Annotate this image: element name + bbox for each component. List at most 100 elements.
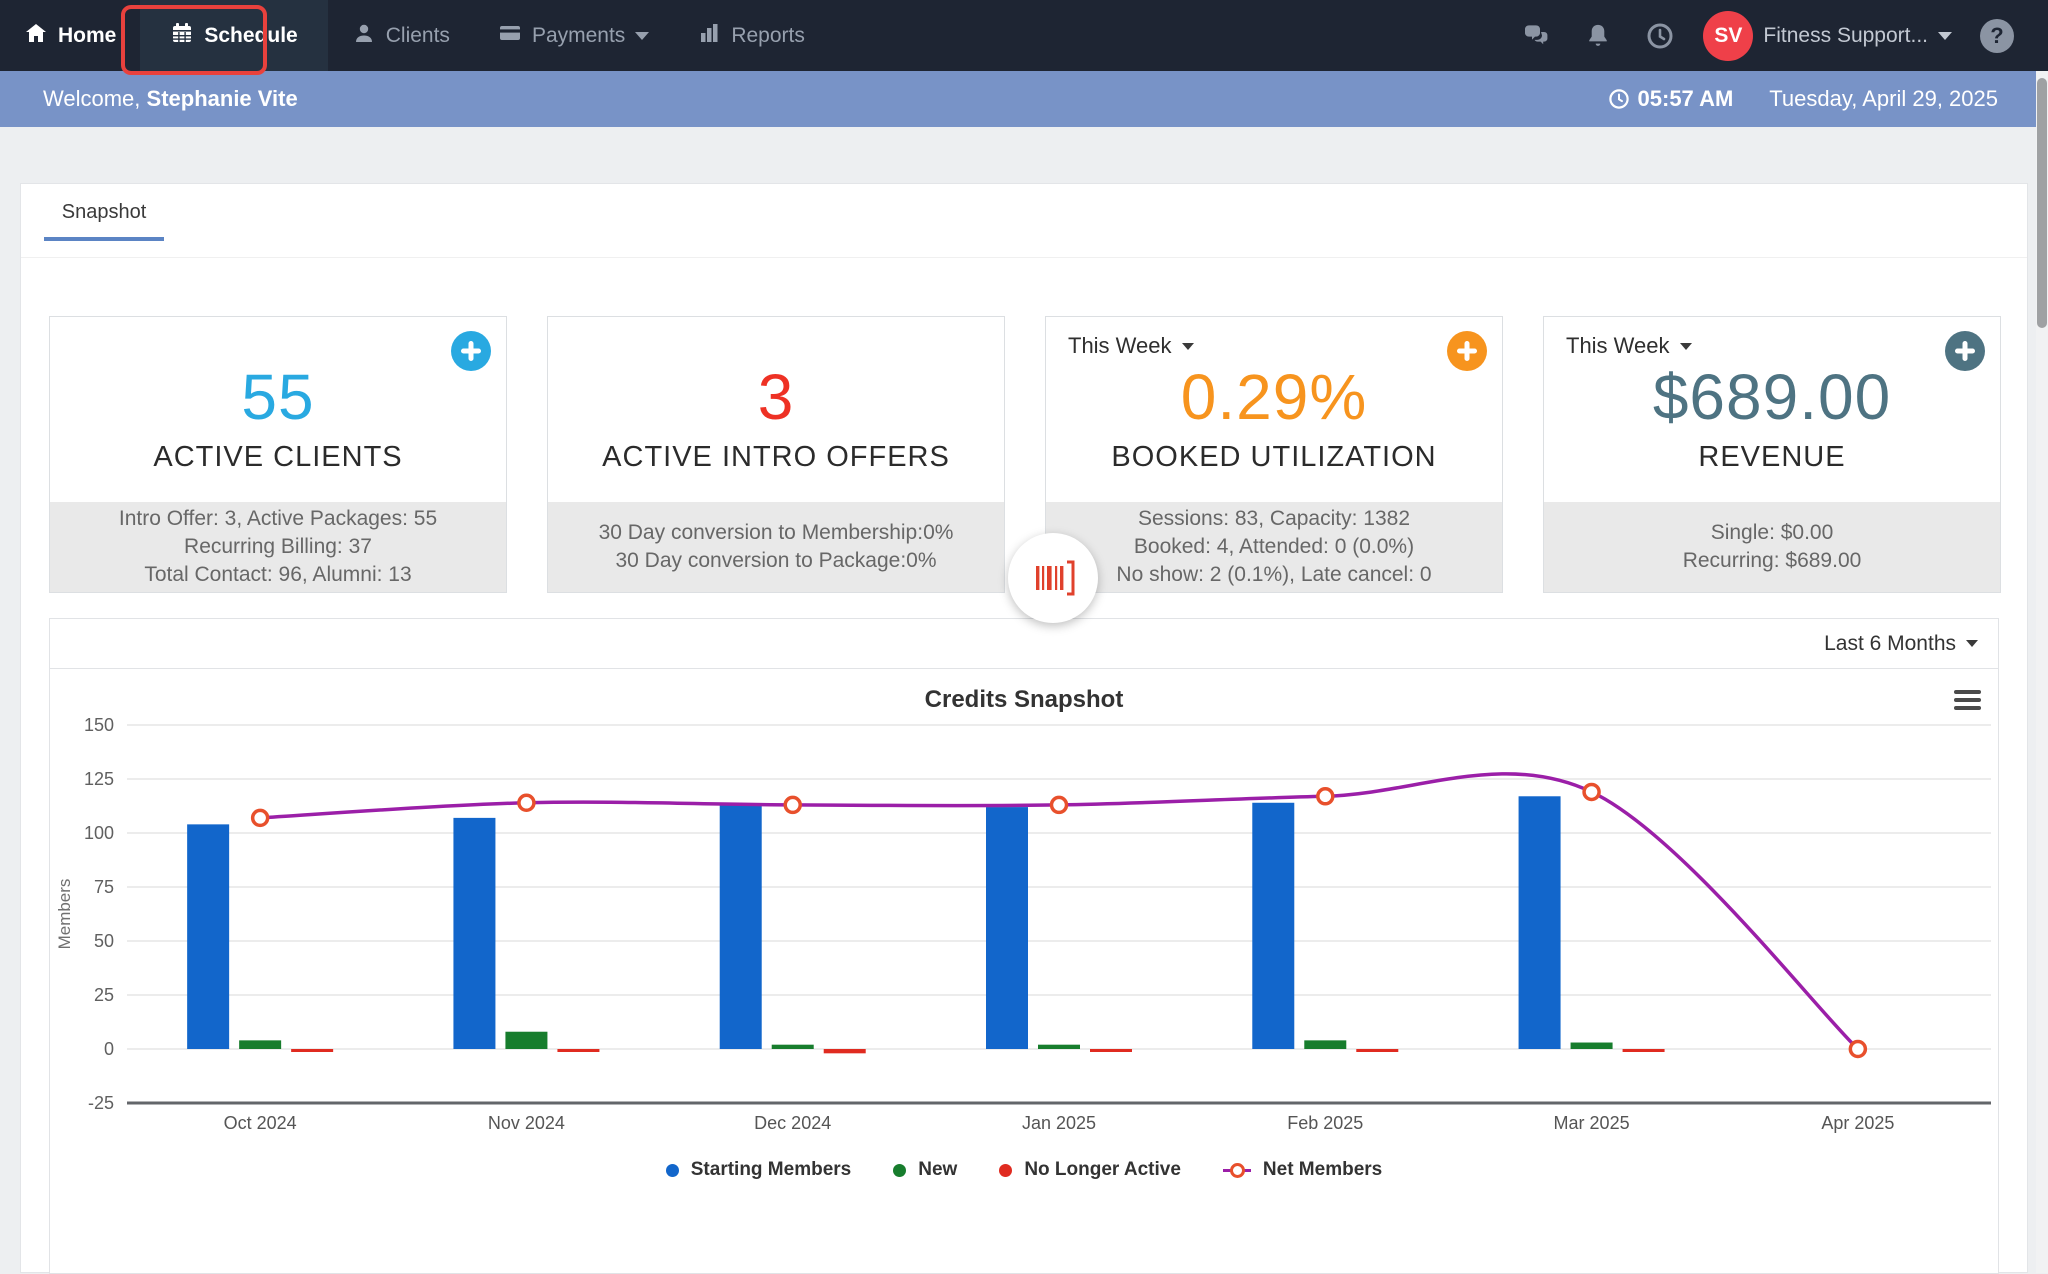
- barcode-icon: [1031, 560, 1075, 596]
- welcome-right: 05:57 AM Tuesday, April 29, 2025: [1608, 86, 1998, 112]
- account-menu[interactable]: Fitness Support...: [1763, 24, 1952, 48]
- chevron-down-icon: [1938, 32, 1952, 40]
- chevron-down-icon: [635, 32, 649, 40]
- card-value: $689.00: [1653, 365, 1891, 429]
- person-icon: [352, 21, 376, 51]
- legend-label: Starting Members: [691, 1159, 851, 1181]
- clock-icon[interactable]: [1643, 19, 1677, 53]
- nav-item-reports[interactable]: Reports: [673, 0, 829, 71]
- nav-item-clients[interactable]: Clients: [328, 0, 474, 71]
- bar-chart-icon: [697, 21, 721, 51]
- home-icon: [24, 21, 48, 51]
- legend-item[interactable]: Net Members: [1223, 1159, 1382, 1181]
- account-name: Fitness Support...: [1763, 24, 1928, 48]
- footer-line: Single: $0.00: [1711, 519, 1834, 547]
- top-nav: Home Schedule Clients Payments Report: [0, 0, 2048, 71]
- barcode-scan-button[interactable]: [1008, 533, 1098, 623]
- bell-icon[interactable]: [1581, 19, 1615, 53]
- card-main: 55 ACTIVE CLIENTS: [50, 317, 506, 502]
- nav-item-label: Reports: [731, 24, 805, 48]
- welcome-text: Welcome, Stephanie Vite: [43, 86, 298, 112]
- chevron-down-icon: [1966, 640, 1978, 647]
- tab-snapshot[interactable]: Snapshot: [44, 201, 164, 241]
- card-footer: Intro Offer: 3, Active Packages: 55 Recu…: [50, 502, 506, 592]
- main-panel: Snapshot 55 ACTIVE CLIENTS Intro Offer: …: [20, 183, 2028, 1273]
- svg-text:150: 150: [84, 715, 114, 735]
- legend-label: New: [918, 1159, 957, 1181]
- nav-item-label: Payments: [532, 24, 625, 48]
- nav-item-label: Home: [58, 24, 116, 48]
- welcome-bar: Welcome, Stephanie Vite 05:57 AM Tuesday…: [0, 71, 2036, 127]
- footer-line: Sessions: 83, Capacity: 1382: [1138, 505, 1410, 533]
- card-value: 0.29%: [1181, 365, 1367, 429]
- svg-text:Apr 2025: Apr 2025: [1821, 1113, 1894, 1133]
- card-label: REVENUE: [1698, 441, 1845, 474]
- card-footer: 30 Day conversion to Membership:0% 30 Da…: [548, 502, 1004, 592]
- svg-text:Feb 2025: Feb 2025: [1287, 1113, 1363, 1133]
- legend-line-marker-icon: [1223, 1163, 1251, 1178]
- footer-line: Intro Offer: 3, Active Packages: 55: [119, 505, 437, 533]
- svg-text:0: 0: [104, 1039, 114, 1059]
- scrollbar-track[interactable]: [2036, 71, 2048, 1273]
- svg-text:Members: Members: [55, 879, 74, 950]
- card-main: 0.29% BOOKED UTILIZATION: [1046, 317, 1502, 502]
- tab-bar: Snapshot: [21, 184, 2027, 258]
- footer-line: 30 Day conversion to Package:0%: [615, 547, 936, 575]
- nav-item-label: Schedule: [204, 24, 297, 48]
- card-footer: Single: $0.00 Recurring: $689.00: [1544, 502, 2000, 592]
- card-active-clients: 55 ACTIVE CLIENTS Intro Offer: 3, Active…: [49, 316, 507, 593]
- svg-text:Mar 2025: Mar 2025: [1554, 1113, 1630, 1133]
- help-icon[interactable]: ?: [1980, 19, 2014, 53]
- svg-text:25: 25: [94, 985, 114, 1005]
- legend-item[interactable]: No Longer Active: [999, 1159, 1181, 1181]
- chart-body: Credits Snapshot 1501251007550250-25Memb…: [50, 669, 1998, 1273]
- legend-label: Net Members: [1263, 1159, 1382, 1181]
- nav-right: SV Fitness Support... ?: [1491, 11, 2048, 61]
- footer-line: No show: 2 (0.1%), Late cancel: 0: [1116, 561, 1431, 589]
- card-main: 3 ACTIVE INTRO OFFERS: [548, 317, 1004, 502]
- svg-text:-25: -25: [88, 1093, 114, 1113]
- nav-item-payments[interactable]: Payments: [474, 0, 673, 71]
- legend-dot-icon: [666, 1164, 679, 1177]
- legend-item[interactable]: Starting Members: [666, 1159, 851, 1181]
- nav-left: Home Schedule Clients Payments Report: [0, 0, 829, 71]
- card-label: ACTIVE CLIENTS: [153, 441, 402, 474]
- avatar[interactable]: SV: [1703, 11, 1753, 61]
- svg-text:Jan 2025: Jan 2025: [1022, 1113, 1096, 1133]
- svg-text:Oct 2024: Oct 2024: [224, 1113, 297, 1133]
- footer-line: Recurring: $689.00: [1683, 547, 1862, 575]
- card-value: 55: [241, 365, 314, 429]
- welcome-user-name: Stephanie Vite: [147, 86, 298, 111]
- welcome-prefix: Welcome,: [43, 86, 140, 111]
- svg-text:125: 125: [84, 769, 114, 789]
- legend-item[interactable]: New: [893, 1159, 957, 1181]
- svg-text:75: 75: [94, 877, 114, 897]
- calendar-icon: [170, 21, 194, 51]
- card-label: BOOKED UTILIZATION: [1111, 441, 1436, 474]
- current-time: 05:57 AM: [1608, 86, 1734, 112]
- credit-card-icon: [498, 21, 522, 51]
- nav-item-schedule[interactable]: Schedule: [140, 0, 327, 71]
- card-value: 3: [758, 365, 795, 429]
- card-footer: Sessions: 83, Capacity: 1382 Booked: 4, …: [1046, 502, 1502, 592]
- footer-line: Recurring Billing: 37: [184, 533, 372, 561]
- card-main: $689.00 REVENUE: [1544, 317, 2000, 502]
- chat-icon[interactable]: [1519, 19, 1553, 53]
- nav-item-label: Clients: [386, 24, 450, 48]
- svg-text:Dec 2024: Dec 2024: [754, 1113, 831, 1133]
- credits-snapshot-chart: 1501251007550250-25MembersOct 2024Nov 20…: [50, 669, 1998, 1273]
- chart-legend: Starting Members New No Longer Active Net M…: [50, 1159, 1998, 1181]
- footer-line: Total Contact: 96, Alumni: 13: [144, 561, 411, 589]
- clock-icon: [1608, 88, 1630, 110]
- legend-label: No Longer Active: [1024, 1159, 1181, 1181]
- current-date: Tuesday, April 29, 2025: [1769, 86, 1998, 112]
- legend-dot-icon: [999, 1164, 1012, 1177]
- nav-item-home[interactable]: Home: [0, 0, 140, 71]
- svg-text:100: 100: [84, 823, 114, 843]
- card-active-intro-offers: 3 ACTIVE INTRO OFFERS 30 Day conversion …: [547, 316, 1005, 593]
- scrollbar-thumb[interactable]: [2037, 78, 2047, 328]
- chart-range-bar: Last 6 Months: [50, 619, 1998, 669]
- range-dropdown[interactable]: Last 6 Months: [1824, 632, 1956, 656]
- footer-line: Booked: 4, Attended: 0 (0.0%): [1134, 533, 1414, 561]
- svg-text:50: 50: [94, 931, 114, 951]
